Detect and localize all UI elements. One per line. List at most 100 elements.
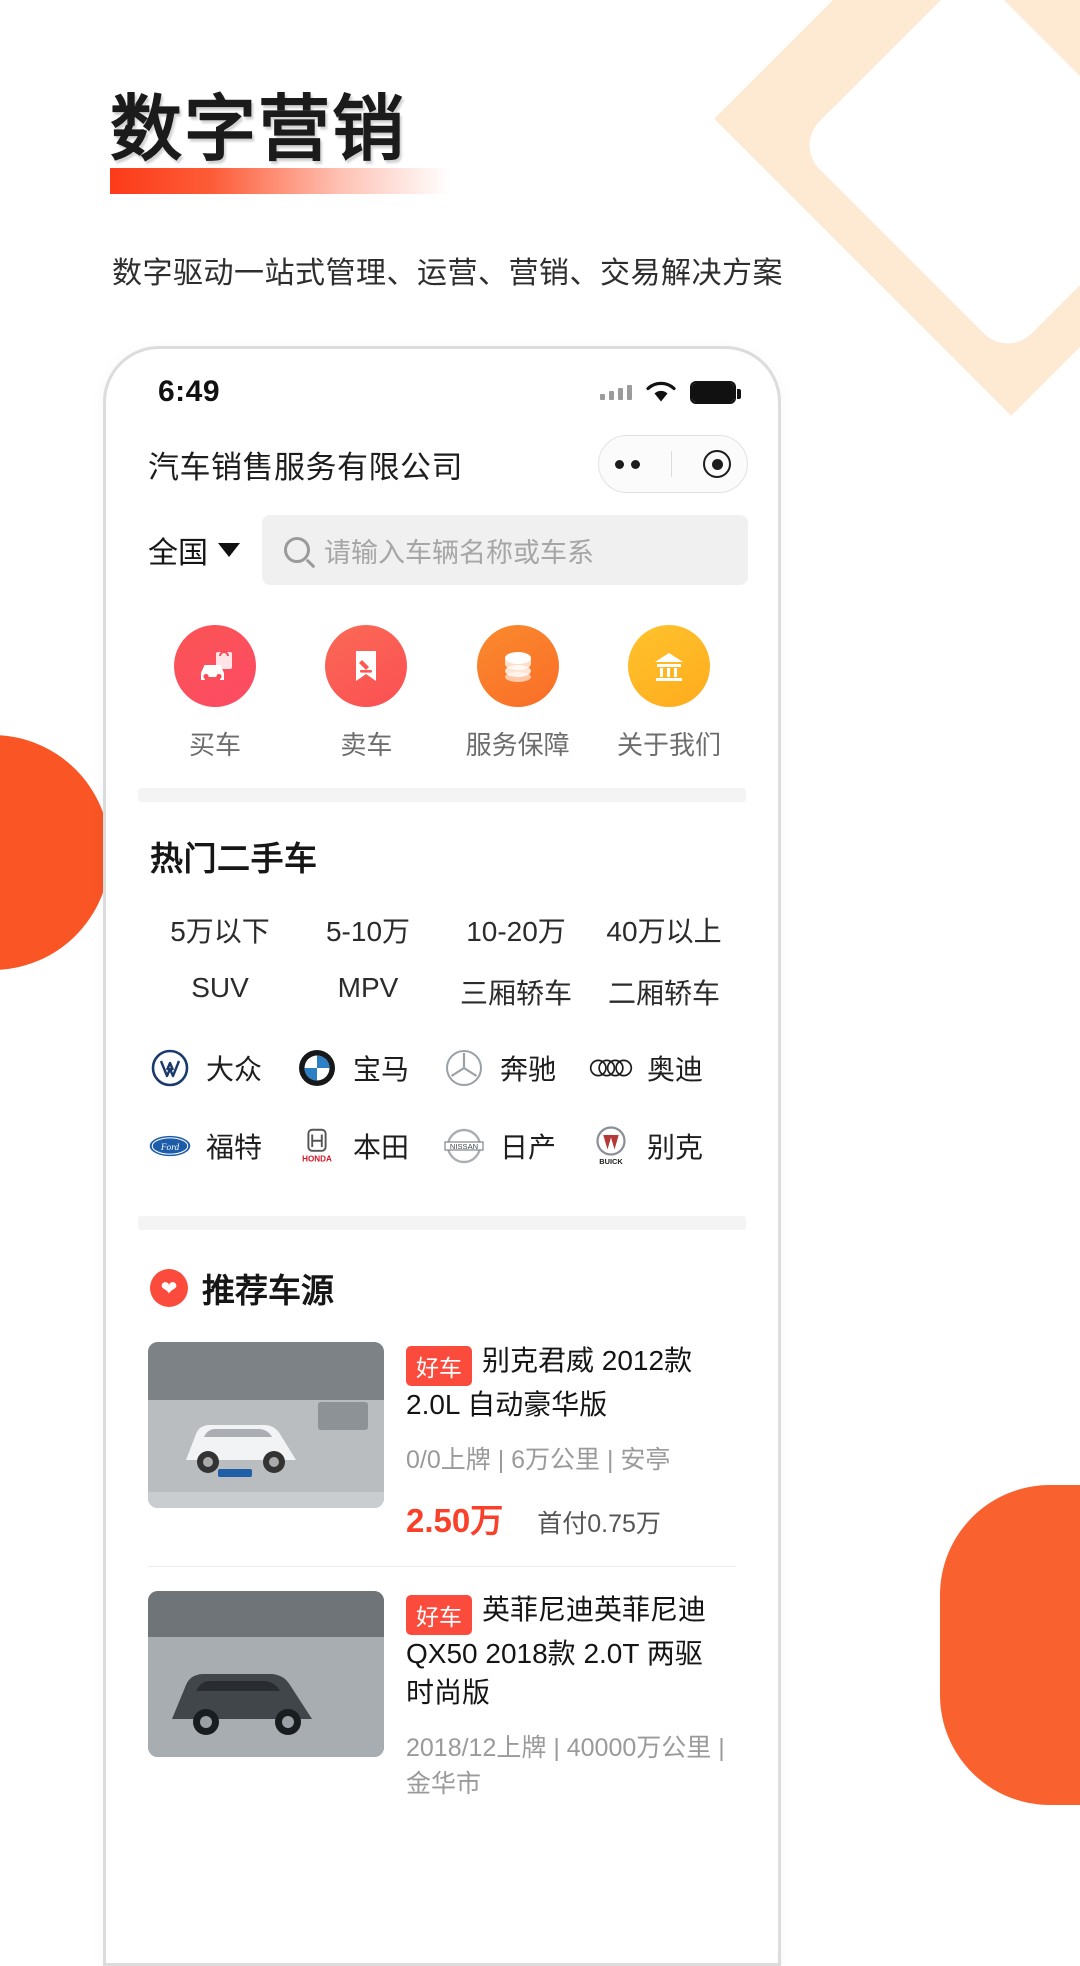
car-shopping-icon: [174, 625, 256, 707]
search-placeholder: 请输入车辆名称或车系: [324, 537, 594, 568]
brand-item-bmw[interactable]: 宝马: [295, 1046, 442, 1090]
brand-item-ford[interactable]: Ford 福特: [148, 1124, 295, 1168]
brand-row-2: Ford 福特 HONDA 本田 NISSAN 日产 BUICK 别克: [106, 1090, 778, 1168]
status-bar: 6:49: [106, 349, 778, 421]
price-tag[interactable]: 5万以下: [146, 910, 294, 950]
car-card-body: 好车 别克君威 2012款 2.0L 自动豪华版 0/0上牌 | 6万公里 | 安…: [406, 1342, 736, 1542]
brand-name: 本田: [353, 1132, 410, 1163]
audi-logo-icon: [589, 1046, 633, 1090]
car-meta: 0/0上牌 | 6万公里 | 安亭: [406, 1446, 671, 1475]
volkswagen-logo-icon: [148, 1046, 192, 1090]
car-down-payment: 首付0.75万: [537, 1510, 661, 1539]
status-time: 6:49: [158, 375, 221, 408]
region-selector[interactable]: 全国: [148, 528, 240, 572]
svg-text:Ford: Ford: [160, 1143, 180, 1153]
type-tag[interactable]: MPV: [294, 972, 442, 1012]
price-tag[interactable]: 40万以上: [590, 910, 738, 950]
section-divider: [138, 788, 746, 802]
car-price-row: 2.50万 首付0.75万: [406, 1494, 736, 1542]
brand-name: 福特: [206, 1132, 263, 1163]
battery-icon: [690, 380, 741, 404]
buick-logo-icon: BUICK: [589, 1124, 633, 1168]
app-header: 汽车销售服务有限公司: [106, 421, 778, 503]
nissan-logo-icon: NISSAN: [442, 1124, 486, 1168]
page-title: 数字营销: [110, 87, 407, 171]
brand-name: 别克: [647, 1132, 704, 1163]
brand-name: 奔驰: [500, 1054, 557, 1085]
signal-bars-icon: [600, 384, 632, 400]
svg-text:HONDA: HONDA: [302, 1154, 332, 1163]
bmw-logo-icon: [295, 1046, 339, 1090]
honda-logo-icon: HONDA: [295, 1124, 339, 1168]
status-badge: 好车: [406, 1595, 472, 1636]
page-subtitle: 数字驱动一站式管理、运营、营销、交易解决方案: [112, 257, 783, 290]
brand-item-volkswagen[interactable]: 大众: [148, 1046, 295, 1090]
building-icon: [627, 625, 710, 707]
region-label: 全国: [148, 537, 208, 570]
brand-name: 日产: [500, 1132, 557, 1163]
brand-item-honda[interactable]: HONDA 本田: [295, 1124, 442, 1168]
quicknav-item-sell[interactable]: 卖车: [291, 625, 441, 762]
price-tag[interactable]: 10-20万: [442, 910, 590, 950]
type-tag[interactable]: 三厢轿车: [442, 972, 590, 1012]
recommend-title: 推荐车源: [202, 1272, 334, 1309]
car-card[interactable]: 好车 英菲尼迪英菲尼迪QX50 2018款 2.0T 两驱 时尚版 2018/12…: [106, 1567, 778, 1800]
mini-program-capsule[interactable]: [598, 435, 748, 493]
brand-name: 宝马: [353, 1054, 410, 1085]
chevron-down-icon: [218, 543, 240, 557]
capsule-divider: [670, 451, 672, 477]
car-meta: 2018/12上牌 | 40000万公里 | 金华市: [406, 1734, 725, 1799]
app-title: 汽车销售服务有限公司: [148, 449, 463, 485]
car-card-body: 好车 英菲尼迪英菲尼迪QX50 2018款 2.0T 两驱 时尚版 2018/12…: [406, 1591, 736, 1800]
brand-item-audi[interactable]: 奥迪: [589, 1046, 736, 1090]
target-icon[interactable]: [703, 450, 732, 478]
wifi-icon: [646, 381, 676, 403]
mercedes-logo-icon: [442, 1046, 486, 1090]
quicknav-label: 服务保障: [465, 730, 570, 760]
coins-stack-icon: [476, 625, 559, 707]
decorative-left-blob: [0, 735, 110, 970]
hot-section-title: 热门二手车: [150, 840, 318, 877]
brand-item-buick[interactable]: BUICK 别克: [589, 1124, 736, 1168]
quicknav-item-buy[interactable]: 买车: [140, 625, 290, 762]
car-photo: [148, 1342, 384, 1508]
quick-nav: 买车 卖车 服务保障 关于我们: [106, 585, 778, 788]
car-photo: [148, 1591, 384, 1758]
auction-gavel-icon: [325, 625, 408, 707]
phone-mockup: 6:49 汽车销售服务有限公司 全国 请输入车辆名称或车系 买车 卖车 服务保障…: [103, 346, 781, 1966]
type-tag[interactable]: 二厢轿车: [590, 972, 738, 1012]
quicknav-item-about[interactable]: 关于我们: [594, 625, 744, 762]
car-title-line: 好车 别克君威 2012款 2.0L 自动豪华版: [406, 1342, 736, 1424]
search-input[interactable]: 请输入车辆名称或车系: [262, 515, 748, 585]
section-divider-2: [138, 1216, 746, 1230]
brand-name: 大众: [206, 1054, 263, 1085]
quicknav-label: 卖车: [340, 730, 393, 760]
brand-name: 奥迪: [647, 1054, 704, 1085]
status-badge: 好车: [406, 1345, 472, 1386]
quicknav-label: 关于我们: [616, 730, 721, 760]
decorative-right-blob: [940, 1485, 1080, 1805]
search-icon: [284, 537, 310, 563]
brand-item-nissan[interactable]: NISSAN 日产: [442, 1124, 589, 1168]
more-dots-icon[interactable]: [614, 459, 640, 469]
recommend-header: ❤ 推荐车源: [106, 1230, 778, 1318]
type-tag[interactable]: SUV: [146, 972, 294, 1012]
heading-underline: [110, 168, 450, 194]
status-icons: [600, 380, 741, 404]
ford-logo-icon: Ford: [148, 1124, 192, 1168]
svg-text:NISSAN: NISSAN: [450, 1142, 478, 1151]
brand-item-mercedes[interactable]: 奔驰: [442, 1046, 589, 1090]
heart-icon: ❤: [150, 1269, 188, 1307]
price-tag-row: 5万以下 5-10万 10-20万 40万以上: [106, 888, 778, 950]
car-price: 2.50万: [406, 1502, 504, 1540]
brand-row-1: 大众 宝马 奔驰 奥迪: [106, 1012, 778, 1090]
quicknav-label: 买车: [188, 730, 241, 760]
svg-text:BUICK: BUICK: [599, 1157, 623, 1166]
car-card[interactable]: 好车 别克君威 2012款 2.0L 自动豪华版 0/0上牌 | 6万公里 | 安…: [106, 1318, 778, 1542]
hero-heading-block: 数字营销: [110, 87, 450, 194]
price-tag[interactable]: 5-10万: [294, 910, 442, 950]
search-row: 全国 请输入车辆名称或车系: [106, 503, 778, 585]
car-title-line: 好车 英菲尼迪英菲尼迪QX50 2018款 2.0T 两驱 时尚版: [406, 1591, 736, 1712]
type-tag-row: SUV MPV 三厢轿车 二厢轿车: [106, 950, 778, 1012]
quicknav-item-service[interactable]: 服务保障: [443, 625, 593, 762]
